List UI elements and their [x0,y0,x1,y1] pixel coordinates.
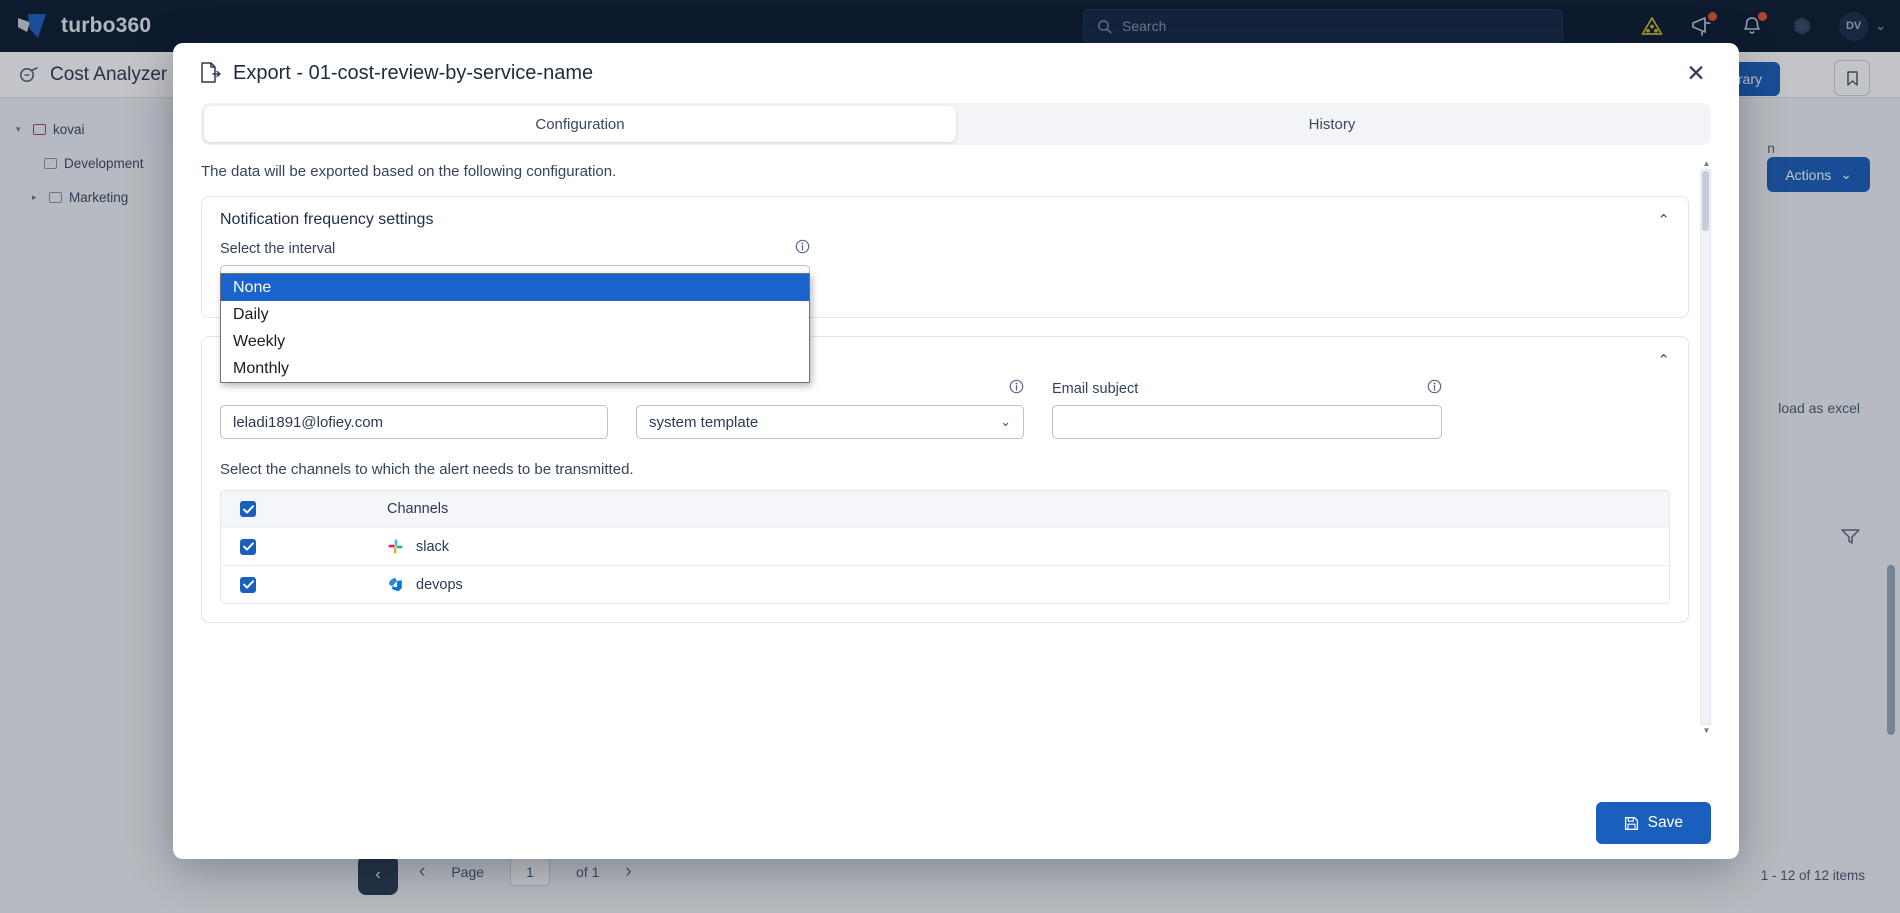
export-hint-text: The data will be exported based on the f… [201,163,617,180]
channels-table: Channels slack devops [220,490,1670,604]
interval-field-label-row: Select the interval [220,239,810,258]
scroll-down-arrow[interactable]: ▼ [1702,726,1711,735]
email-input[interactable]: leladi1891@lofiey.com [220,405,608,439]
interval-option-daily[interactable]: Daily [221,301,809,328]
info-icon[interactable] [1009,379,1024,398]
chevron-up-icon[interactable]: ⌃ [1657,351,1670,369]
email-subject-label: Email subject [1052,380,1139,397]
tab-history[interactable]: History [956,106,1708,142]
channels-select-all-cell [221,501,387,517]
modal-header: Export - 01-cost-review-by-service-name … [173,43,1739,103]
email-panel-body: leladi1891@lofiey.com system template ⌄ … [202,379,1688,622]
channel-name-cell: devops [387,576,1669,593]
channel-checkbox-slack[interactable] [240,538,256,555]
interval-option-monthly[interactable]: Monthly [221,355,809,382]
channel-row-checkbox-cell [221,538,387,555]
channel-name-label: devops [416,576,463,593]
notification-panel-title: Notification frequency settings [220,211,434,228]
chevron-down-icon: ⌄ [1000,414,1011,429]
email-field-col: leladi1891@lofiey.com [220,379,608,439]
modal-body: The data will be exported based on the f… [201,145,1711,787]
scroll-up-arrow[interactable]: ▲ [1702,159,1711,168]
channels-hint-text: Select the channels to which the alert n… [220,461,634,478]
channels-table-header: Channels [221,491,1669,527]
template-select[interactable]: system template ⌄ [636,405,1024,439]
tab-configuration[interactable]: Configuration [204,106,956,142]
info-icon[interactable] [1427,379,1442,398]
notification-panel-body: Select the interval None ⌄ [202,239,1688,383]
notification-panel-header[interactable]: Notification frequency settings ⌃ [202,197,1688,239]
devops-icon [389,577,402,592]
table-row[interactable]: devops [221,565,1669,603]
channel-checkbox-devops[interactable] [240,576,256,593]
chevron-up-icon[interactable]: ⌃ [1657,211,1670,229]
slack-icon [388,539,403,554]
interval-label: Select the interval [220,240,336,257]
subject-field-col: Email subject [1052,379,1442,439]
modal-title-text: Export - 01-cost-review-by-service-name [233,61,594,84]
modal-body-scrollbar[interactable]: ▲ ▼ [1700,159,1711,735]
email-subject-input[interactable] [1052,405,1442,439]
channel-row-checkbox-cell [221,576,387,593]
export-modal: Export - 01-cost-review-by-service-name … [173,43,1739,859]
save-disk-icon [1624,816,1638,830]
email-fields-row: leladi1891@lofiey.com system template ⌄ … [220,379,1670,439]
table-row[interactable]: slack [221,527,1669,565]
channel-name-cell: slack [387,538,1669,555]
channel-name-label: slack [416,538,450,555]
info-icon[interactable] [795,239,810,258]
modal-title-row: Export - 01-cost-review-by-service-name [199,61,593,85]
notification-frequency-panel: Notification frequency settings ⌃ Select… [201,196,1689,383]
interval-options-list[interactable]: None Daily Weekly Monthly [220,273,810,383]
channels-column-header: Channels [387,501,449,517]
email-input-value: leladi1891@lofiey.com [233,413,384,431]
interval-option-weekly[interactable]: Weekly [221,328,809,355]
save-button[interactable]: Save [1595,802,1711,844]
subject-field-label-row: Email subject [1052,379,1442,398]
interval-option-none[interactable]: None [221,274,809,301]
save-button-label: Save [1647,814,1683,831]
modal-body-scrollbar-thumb[interactable] [1702,171,1709,231]
close-icon[interactable]: ✕ [1681,58,1711,88]
modal-footer: Save [173,787,1739,859]
select-all-checkbox[interactable] [240,501,256,517]
modal-tabs: Configuration History [201,103,1711,145]
template-select-value: system template [649,413,759,431]
template-field-col: system template ⌄ [636,379,1024,439]
export-file-icon [201,62,221,83]
